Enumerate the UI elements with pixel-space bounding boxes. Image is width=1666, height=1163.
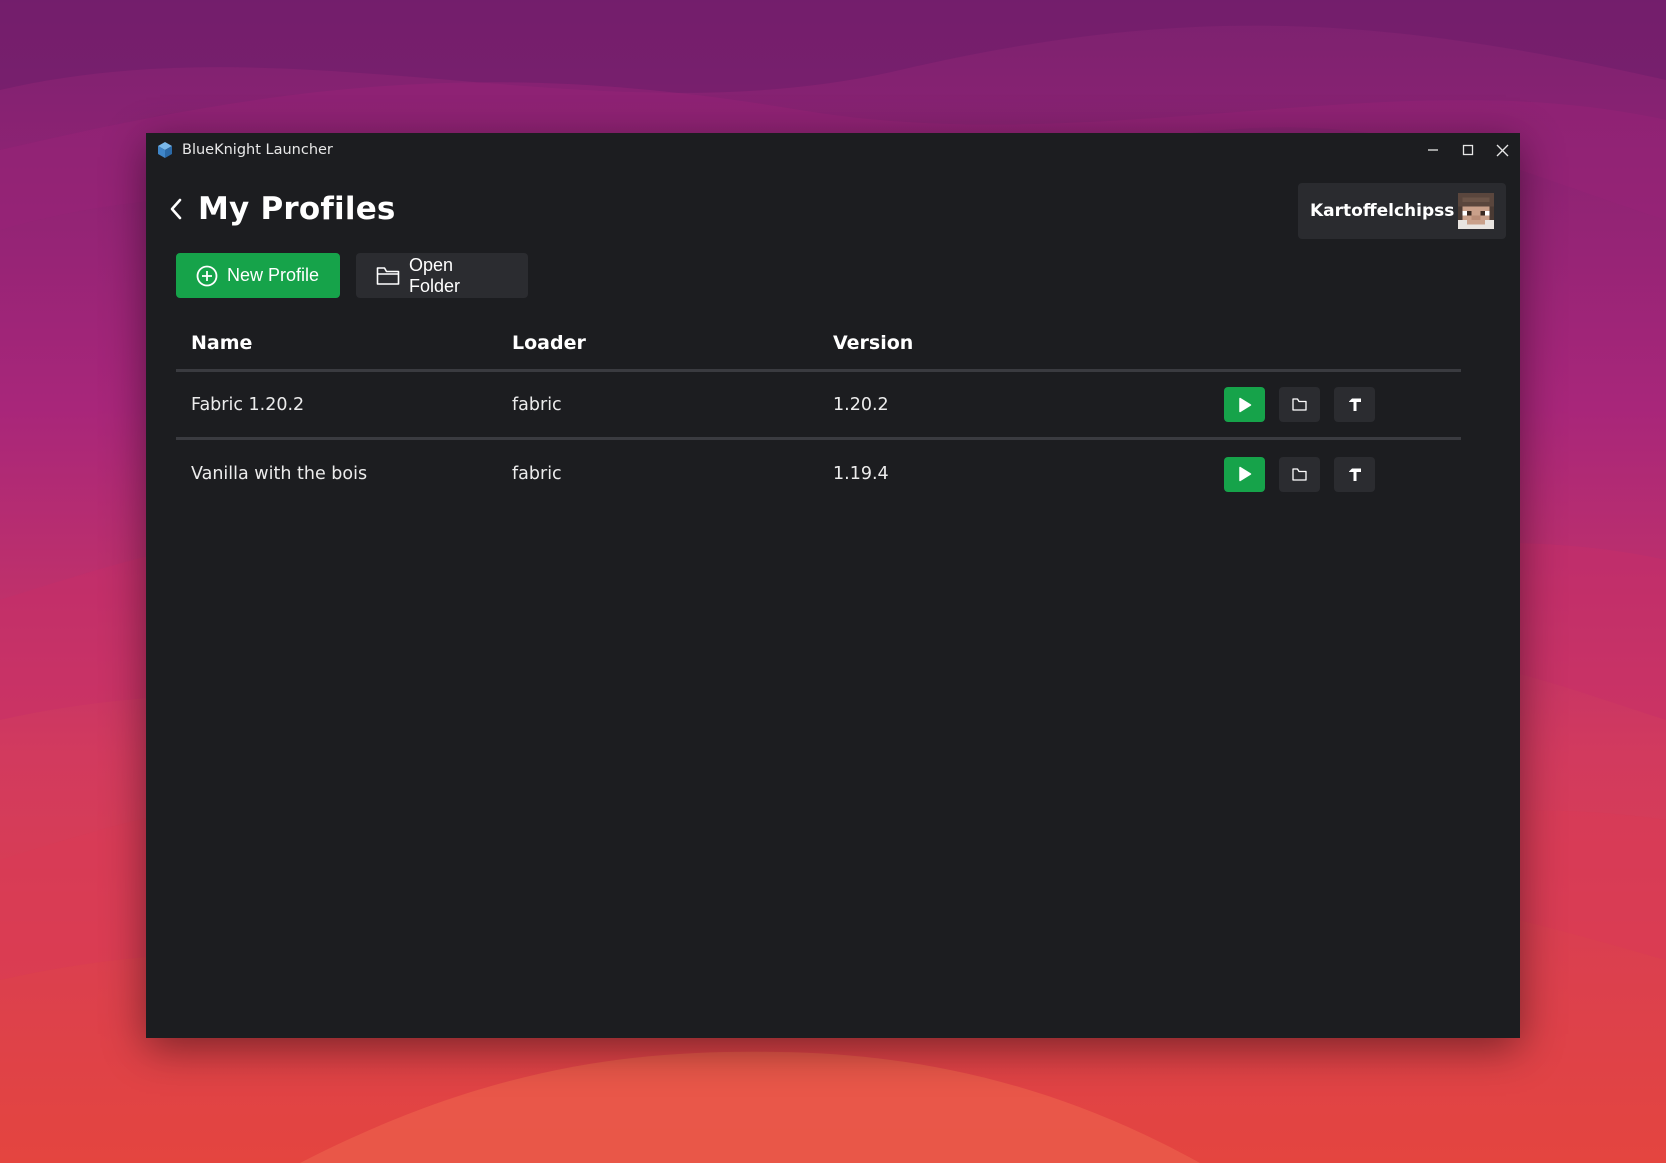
hammer-icon: [1348, 468, 1361, 481]
folder-icon: [376, 266, 400, 286]
maximize-icon: [1462, 144, 1473, 156]
play-icon: [1238, 397, 1251, 412]
folder-icon: [1292, 398, 1307, 411]
chevron-left-icon: [170, 198, 182, 220]
table-row: Fabric 1.20.2 fabric 1.20.2: [176, 372, 1461, 440]
back-button[interactable]: [164, 193, 188, 225]
folder-icon: [1292, 467, 1307, 481]
account-button[interactable]: Kartoffelchipss: [1298, 183, 1506, 239]
play-button[interactable]: [1224, 456, 1265, 492]
open-profile-folder-button[interactable]: [1279, 387, 1320, 422]
table-row: Vanilla with the bois fabric 1.19.4: [176, 440, 1461, 508]
plus-circle-icon: [196, 265, 218, 287]
profile-version: 1.20.2: [833, 394, 889, 415]
open-folder-label: Open Folder: [409, 254, 461, 296]
window-controls: [1415, 133, 1520, 167]
hammer-icon: [1348, 398, 1361, 411]
page-header: My Profiles: [164, 191, 396, 227]
cube-icon: [156, 141, 174, 159]
open-profile-folder-button[interactable]: [1279, 456, 1320, 492]
edit-profile-button[interactable]: [1334, 387, 1375, 422]
play-button[interactable]: [1224, 387, 1265, 422]
profile-name: Vanilla with the bois: [191, 464, 368, 484]
profiles-table: Name Loader Version Fabric 1.20.2 fabric…: [176, 317, 1461, 508]
profile-version: 1.19.4: [833, 464, 889, 484]
maximize-button[interactable]: [1450, 133, 1485, 167]
close-icon: [1496, 144, 1509, 156]
column-header-version: Version: [833, 332, 914, 354]
column-header-loader: Loader: [512, 332, 586, 354]
window-title: BlueKnight Launcher: [182, 142, 333, 158]
new-profile-button[interactable]: New Profile: [176, 253, 340, 298]
column-header-name: Name: [191, 332, 253, 354]
close-button[interactable]: [1485, 133, 1520, 167]
row-actions: [1209, 456, 1375, 492]
profile-loader: fabric: [512, 394, 562, 415]
profile-loader: fabric: [512, 464, 562, 484]
minimize-button[interactable]: [1415, 133, 1450, 167]
minimize-icon: [1427, 149, 1438, 151]
title-bar[interactable]: BlueKnight Launcher: [146, 133, 1520, 167]
new-profile-label: New Profile: [227, 265, 320, 285]
row-actions: [1209, 387, 1375, 422]
toolbar: New Profile Open Folder: [176, 253, 528, 298]
page-title: My Profiles: [198, 191, 396, 227]
edit-profile-button[interactable]: [1334, 456, 1375, 492]
player-head-avatar: [1458, 193, 1494, 229]
table-header: Name Loader Version: [176, 317, 1461, 372]
profile-name: Fabric 1.20.2: [191, 394, 305, 415]
play-icon: [1238, 466, 1251, 482]
username: Kartoffelchipss: [1310, 201, 1455, 221]
launcher-window: BlueKnight Launcher My Profiles Kartoffe…: [146, 133, 1520, 1038]
open-folder-button[interactable]: Open Folder: [356, 253, 528, 298]
